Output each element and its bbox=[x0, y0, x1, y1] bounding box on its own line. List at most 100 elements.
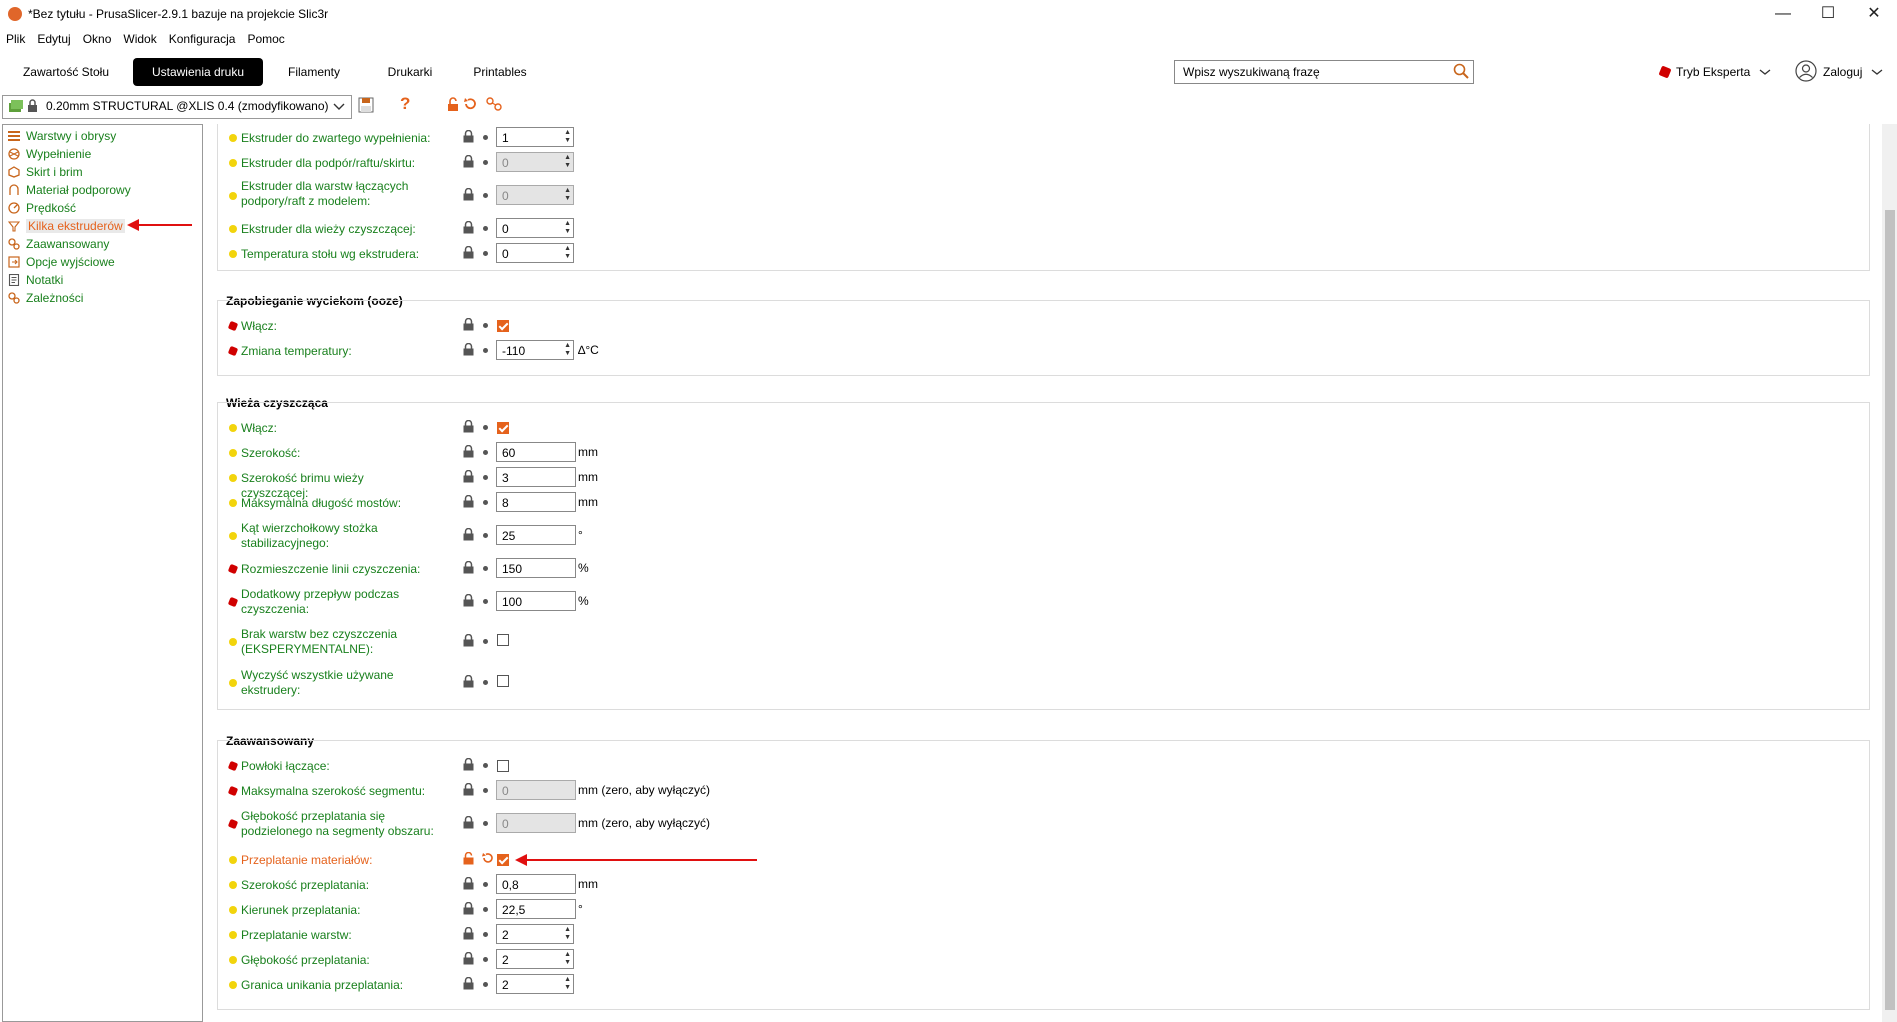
lock-icon[interactable] bbox=[463, 495, 474, 508]
reset-bullet-icon[interactable] bbox=[483, 680, 488, 685]
tab-printers[interactable]: Drukarki bbox=[370, 58, 450, 86]
close-button[interactable]: ✕ bbox=[1851, 0, 1897, 28]
spin-arrows-icon[interactable]: ▲ ▼ bbox=[564, 342, 571, 358]
lock-icon[interactable] bbox=[463, 952, 474, 965]
sidebar-item-support-material[interactable]: Materiał podporowy bbox=[8, 182, 131, 199]
interlocking-beam-checkbox[interactable] bbox=[497, 854, 509, 866]
reset-bullet-icon[interactable] bbox=[483, 788, 488, 793]
compare-presets-icon[interactable] bbox=[486, 97, 502, 111]
extra-flow-input[interactable]: 100 bbox=[496, 591, 576, 611]
lock-icon[interactable] bbox=[463, 675, 474, 688]
interlocking-orientation-input[interactable]: 22,5 bbox=[496, 899, 576, 919]
lock-icon[interactable] bbox=[463, 130, 474, 143]
lock-icon[interactable] bbox=[463, 188, 474, 201]
reset-bullet-icon[interactable] bbox=[483, 251, 488, 256]
wipe-line-spacing-input[interactable]: 150 bbox=[496, 558, 576, 578]
tab-printables[interactable]: Printables bbox=[460, 58, 540, 86]
tab-print-settings[interactable]: Ustawienia druku bbox=[133, 58, 263, 86]
lock-icon[interactable] bbox=[463, 318, 474, 331]
menu-pomoc[interactable]: Pomoc bbox=[241, 29, 290, 49]
unlocked-icon[interactable] bbox=[447, 97, 459, 112]
sidebar-item-multiple-extruders[interactable]: Kilka ekstruderów bbox=[8, 218, 125, 235]
menu-konfiguracja[interactable]: Konfiguracja bbox=[163, 29, 242, 49]
lock-icon[interactable] bbox=[463, 877, 474, 890]
interlocking-layers-stepper[interactable]: 2 ▲ ▼ bbox=[496, 924, 574, 944]
print-preset-select[interactable]: 0.20mm STRUCTURAL @XLIS 0.4 (zmodyfikowa… bbox=[2, 95, 352, 119]
lock-icon[interactable] bbox=[463, 470, 474, 483]
spin-arrows-icon[interactable]: ▲ ▼ bbox=[564, 129, 571, 145]
stabilization-cone-angle-input[interactable]: 25 bbox=[496, 525, 576, 545]
ooze-enable-checkbox[interactable] bbox=[497, 320, 509, 332]
reset-bullet-icon[interactable] bbox=[483, 500, 488, 505]
sidebar-item-advanced[interactable]: Zaawansowany bbox=[8, 236, 109, 253]
maximize-button[interactable]: ☐ bbox=[1805, 0, 1851, 28]
lock-icon[interactable] bbox=[463, 445, 474, 458]
save-preset-icon[interactable] bbox=[358, 97, 374, 113]
wipe-tower-enable-checkbox[interactable] bbox=[497, 422, 509, 434]
lock-icon[interactable] bbox=[463, 343, 474, 356]
interlocking-depth-input[interactable]: 0 bbox=[496, 813, 576, 833]
bed-temperature-extruder-stepper[interactable]: 0 ▲ ▼ bbox=[496, 243, 574, 263]
reset-bullet-icon[interactable] bbox=[483, 599, 488, 604]
reset-bullet-icon[interactable] bbox=[483, 566, 488, 571]
reset-bullet-icon[interactable] bbox=[483, 907, 488, 912]
prime-all-extruders-checkbox[interactable] bbox=[497, 675, 509, 687]
lock-icon[interactable] bbox=[463, 816, 474, 829]
lock-icon[interactable] bbox=[463, 594, 474, 607]
search-icon[interactable] bbox=[1453, 63, 1469, 79]
wipe-tower-width-input[interactable]: 60 bbox=[496, 442, 576, 462]
lock-icon[interactable] bbox=[463, 927, 474, 940]
spin-arrows-icon[interactable]: ▲ ▼ bbox=[564, 976, 571, 992]
interface-extruder-stepper[interactable]: 0 ▲ ▼ bbox=[496, 185, 574, 205]
interlocking-depth-stepper[interactable]: 2 ▲ ▼ bbox=[496, 949, 574, 969]
sidebar-item-output-options[interactable]: Opcje wyjściowe bbox=[8, 254, 115, 271]
menu-okno[interactable]: Okno bbox=[77, 29, 118, 49]
lock-icon[interactable] bbox=[463, 221, 474, 234]
scrollbar-thumb[interactable] bbox=[1885, 210, 1895, 1010]
sidebar-item-skirt-brim[interactable]: Skirt i brim bbox=[8, 164, 83, 181]
lock-icon[interactable] bbox=[463, 783, 474, 796]
menu-widok[interactable]: Widok bbox=[117, 29, 162, 49]
spin-arrows-icon[interactable]: ▲ ▼ bbox=[564, 187, 571, 203]
lock-icon[interactable] bbox=[463, 902, 474, 915]
mode-selector[interactable]: Tryb Eksperta bbox=[1658, 64, 1771, 80]
reset-bullet-icon[interactable] bbox=[483, 932, 488, 937]
wipe-tower-extruder-stepper[interactable]: 0 ▲ ▼ bbox=[496, 218, 574, 238]
spin-arrows-icon[interactable]: ▲ ▼ bbox=[564, 220, 571, 236]
spin-arrows-icon[interactable]: ▲ ▼ bbox=[564, 154, 571, 170]
reset-bullet-icon[interactable] bbox=[483, 982, 488, 987]
spin-arrows-icon[interactable]: ▲ ▼ bbox=[564, 926, 571, 942]
menu-edytuj[interactable]: Edytuj bbox=[31, 29, 76, 49]
spin-arrows-icon[interactable]: ▲ ▼ bbox=[564, 245, 571, 261]
unlocked-icon[interactable] bbox=[463, 852, 474, 865]
help-question-icon[interactable]: ? bbox=[400, 94, 410, 114]
reset-bullet-icon[interactable] bbox=[483, 882, 488, 887]
tab-plater[interactable]: Zawartość Stołu bbox=[10, 58, 122, 86]
interlocking-width-input[interactable]: 0,8 bbox=[496, 874, 576, 894]
search-input[interactable] bbox=[1181, 61, 1445, 83]
sidebar-item-layers-perimeters[interactable]: Warstwy i obrysy bbox=[8, 128, 116, 145]
solid-infill-extruder-stepper[interactable]: 1 ▲ ▼ bbox=[496, 127, 574, 147]
reset-bullet-icon[interactable] bbox=[483, 533, 488, 538]
temperature-change-stepper[interactable]: -110 ▲ ▼ bbox=[496, 340, 574, 360]
interlocking-boundary-avoidance-stepper[interactable]: 2 ▲ ▼ bbox=[496, 974, 574, 994]
support-extruder-stepper[interactable]: 0 ▲ ▼ bbox=[496, 152, 574, 172]
reset-bullet-icon[interactable] bbox=[483, 135, 488, 140]
reset-bullet-icon[interactable] bbox=[483, 425, 488, 430]
lock-icon[interactable] bbox=[463, 561, 474, 574]
account-button[interactable]: Zaloguj bbox=[1795, 60, 1883, 84]
reset-bullet-icon[interactable] bbox=[483, 323, 488, 328]
menu-plik[interactable]: Plik bbox=[0, 29, 31, 49]
lock-icon[interactable] bbox=[463, 634, 474, 647]
interface-shells-checkbox[interactable] bbox=[497, 760, 509, 772]
undo-arrow-icon[interactable] bbox=[481, 852, 493, 864]
lock-icon[interactable] bbox=[463, 977, 474, 990]
reset-bullet-icon[interactable] bbox=[483, 193, 488, 198]
no-sparse-layers-checkbox[interactable] bbox=[497, 634, 509, 646]
minimize-button[interactable]: — bbox=[1760, 0, 1806, 28]
reset-bullet-icon[interactable] bbox=[483, 821, 488, 826]
reset-bullet-icon[interactable] bbox=[483, 763, 488, 768]
reset-bullet-icon[interactable] bbox=[483, 160, 488, 165]
lock-icon[interactable] bbox=[463, 155, 474, 168]
max-segment-width-input[interactable]: 0 bbox=[496, 780, 576, 800]
